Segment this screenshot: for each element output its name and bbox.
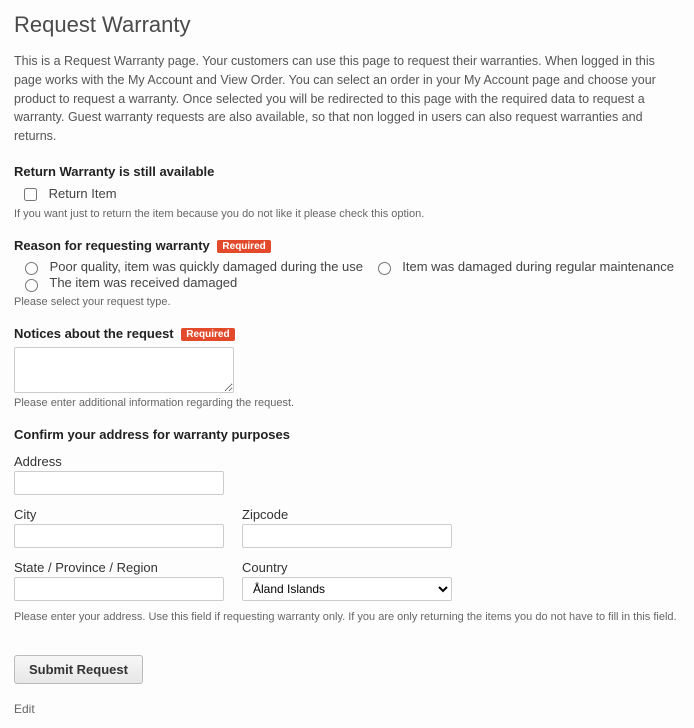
edit-link[interactable]: Edit bbox=[14, 702, 680, 716]
return-item-checkbox[interactable] bbox=[24, 188, 37, 201]
reason-heading: Reason for requesting warranty bbox=[14, 238, 210, 253]
country-select[interactable]: Åland Islands bbox=[242, 577, 452, 601]
page-title: Request Warranty bbox=[14, 12, 680, 38]
reason-section: Reason for requesting warranty Required … bbox=[14, 238, 680, 308]
return-helper: If you want just to return the item beca… bbox=[14, 208, 680, 220]
reason-helper: Please select your request type. bbox=[14, 296, 680, 308]
reason-radio-2[interactable] bbox=[378, 262, 391, 275]
city-label: City bbox=[14, 507, 224, 522]
return-heading: Return Warranty is still available bbox=[14, 164, 680, 179]
notices-heading-row: Notices about the request Required bbox=[14, 326, 680, 341]
required-badge: Required bbox=[181, 328, 234, 341]
intro-text: This is a Request Warranty page. Your cu… bbox=[14, 52, 680, 146]
reason-option-2[interactable]: Item was damaged during regular maintena… bbox=[373, 259, 674, 274]
submit-button[interactable]: Submit Request bbox=[14, 655, 143, 684]
zipcode-input[interactable] bbox=[242, 524, 452, 548]
reason-heading-row: Reason for requesting warranty Required bbox=[14, 238, 680, 253]
notices-helper: Please enter additional information rega… bbox=[14, 397, 680, 409]
state-input[interactable] bbox=[14, 577, 224, 601]
reason-label-1: Poor quality, item was quickly damaged d… bbox=[50, 259, 363, 274]
reason-label-3: The item was received damaged bbox=[49, 275, 237, 290]
address-input[interactable] bbox=[14, 471, 224, 495]
notices-section: Notices about the request Required Pleas… bbox=[14, 326, 680, 409]
reason-option-3[interactable]: The item was received damaged bbox=[20, 275, 237, 290]
address-heading: Confirm your address for warranty purpos… bbox=[14, 427, 680, 442]
return-item-label: Return Item bbox=[49, 186, 117, 201]
address-section: Confirm your address for warranty purpos… bbox=[14, 427, 680, 623]
return-warranty-section: Return Warranty is still available Retur… bbox=[14, 164, 680, 220]
required-badge: Required bbox=[217, 240, 270, 253]
reason-option-1[interactable]: Poor quality, item was quickly damaged d… bbox=[20, 259, 367, 274]
notices-heading: Notices about the request bbox=[14, 326, 174, 341]
reason-radio-1[interactable] bbox=[25, 262, 38, 275]
address-label: Address bbox=[14, 454, 680, 469]
state-label: State / Province / Region bbox=[14, 560, 224, 575]
zipcode-label: Zipcode bbox=[242, 507, 452, 522]
notices-textarea[interactable] bbox=[14, 347, 234, 393]
return-item-option[interactable]: Return Item bbox=[20, 186, 117, 201]
city-input[interactable] bbox=[14, 524, 224, 548]
reason-radio-3[interactable] bbox=[25, 279, 38, 292]
reason-label-2: Item was damaged during regular maintena… bbox=[402, 259, 674, 274]
address-helper: Please enter your address. Use this fiel… bbox=[14, 611, 680, 623]
country-label: Country bbox=[242, 560, 452, 575]
